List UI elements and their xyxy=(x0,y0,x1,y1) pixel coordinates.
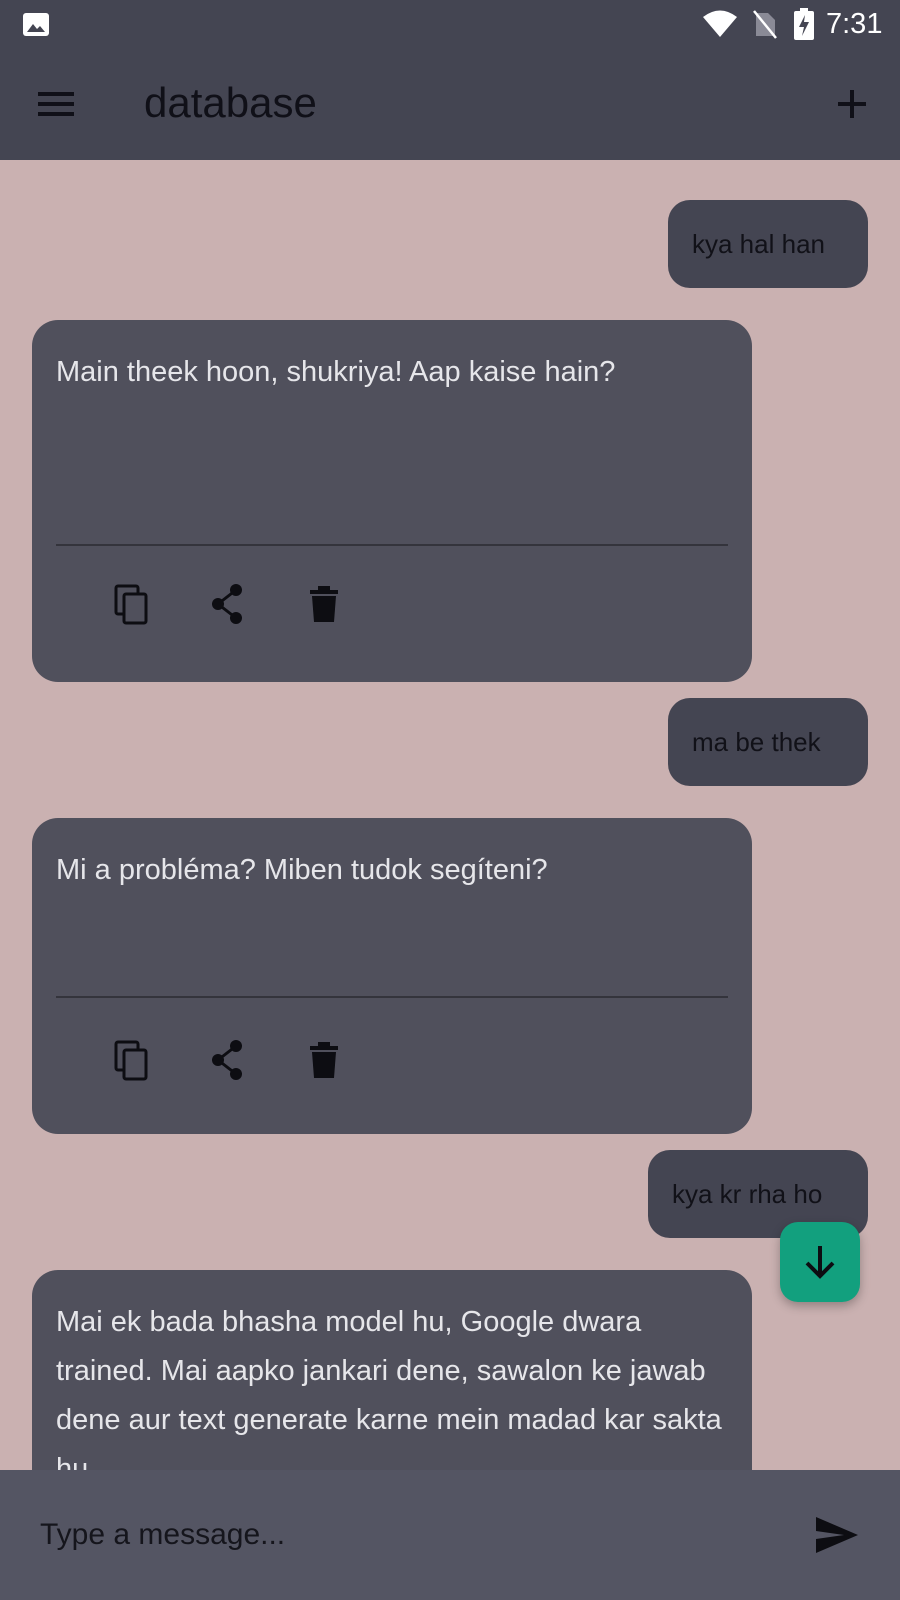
bot-message: Mai ek bada bhasha model hu, Google dwar… xyxy=(32,1270,752,1470)
share-icon[interactable] xyxy=(208,582,248,626)
wifi-icon xyxy=(703,10,737,37)
share-icon[interactable] xyxy=(208,1038,248,1082)
page-title: database xyxy=(144,79,317,126)
bot-message-text: Main theek hoon, shukriya! Aap kaise hai… xyxy=(56,356,616,388)
app-bar: database xyxy=(0,50,900,160)
delete-icon[interactable] xyxy=(304,582,344,626)
scroll-down-button[interactable] xyxy=(780,1222,860,1302)
copy-icon[interactable] xyxy=(112,1038,152,1082)
bot-message-text: Mi a probléma? Miben tudok segíteni? xyxy=(56,854,548,886)
divider xyxy=(56,996,728,998)
hamburger-menu-icon xyxy=(38,92,74,116)
no-sim-icon xyxy=(753,10,777,39)
send-icon xyxy=(816,1517,858,1553)
battery-charging-icon xyxy=(794,8,814,40)
user-message: kya hal han xyxy=(668,200,868,288)
status-bar: 7:31 xyxy=(0,0,900,50)
divider xyxy=(56,544,728,546)
plus-icon xyxy=(838,90,866,118)
add-button[interactable] xyxy=(826,80,878,128)
message-composer xyxy=(0,1470,900,1600)
send-button[interactable] xyxy=(812,1510,862,1560)
bot-message: Main theek hoon, shukriya! Aap kaise hai… xyxy=(32,320,752,682)
delete-icon[interactable] xyxy=(304,1038,344,1082)
user-message: ma be thek xyxy=(668,698,868,786)
message-input[interactable] xyxy=(40,1500,760,1570)
bot-message-text: Mai ek bada bhasha model hu, Google dwar… xyxy=(56,1306,722,1470)
status-time: 7:31 xyxy=(826,8,883,40)
chat-area[interactable]: kya hal han Main theek hoon, shukriya! A… xyxy=(0,160,900,1470)
bot-message: Mi a probléma? Miben tudok segíteni? xyxy=(32,818,752,1134)
menu-button[interactable] xyxy=(28,80,84,128)
gallery-icon xyxy=(23,13,49,36)
arrow-down-icon xyxy=(805,1246,835,1279)
copy-icon[interactable] xyxy=(112,582,152,626)
